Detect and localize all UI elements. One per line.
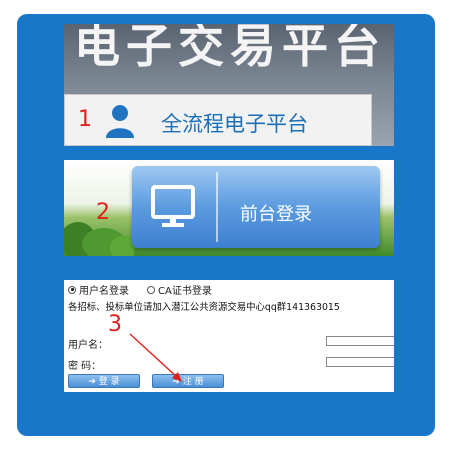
banner-text: 电子交易平台	[74, 24, 386, 73]
step-number-1: 1	[78, 107, 92, 132]
front-login-label: 前台登录	[240, 204, 312, 225]
arrow-right-icon: ➔	[172, 377, 183, 387]
radio-unchecked-icon	[147, 285, 155, 294]
radio-username-login[interactable]: 用户名登录	[68, 282, 129, 297]
radio-checked-icon	[68, 285, 76, 294]
password-label: 密 码：	[68, 361, 102, 372]
full-process-platform-label: 全流程电子平台	[161, 112, 308, 136]
step-number-2: 2	[96, 200, 110, 225]
login-form-panel: 用户名登录 CA证书登录 各招标、投标单位请加入潜江公共资源交易中心qq群141…	[64, 280, 394, 392]
full-process-platform-button[interactable]: 全流程电子平台	[64, 94, 372, 146]
qq-group-notice: 各招标、投标单位请加入潜江公共资源交易中心qq群141363015	[68, 302, 340, 313]
radio-ca-login[interactable]: CA证书登录	[147, 282, 212, 297]
monitor-icon	[151, 185, 195, 227]
username-label: 用户名：	[68, 340, 108, 351]
banner-image: 电子交易平台	[64, 24, 394, 76]
username-input[interactable]	[326, 336, 394, 346]
login-type-options: 用户名登录 CA证书登录	[68, 282, 212, 297]
front-login-panel: 前台登录 2	[64, 160, 394, 256]
front-login-button[interactable]: 前台登录	[132, 166, 380, 248]
user-icon	[106, 105, 134, 138]
password-input[interactable]	[326, 357, 394, 367]
platform-panel: 电子交易平台 全流程电子平台 1	[64, 24, 394, 146]
arrow-right-icon: ➔	[88, 377, 99, 387]
register-button[interactable]: ➔ 注 册	[152, 374, 224, 388]
login-button[interactable]: ➔ 登 录	[68, 374, 140, 388]
button-divider	[216, 172, 218, 242]
step-number-3: 3	[108, 312, 122, 337]
